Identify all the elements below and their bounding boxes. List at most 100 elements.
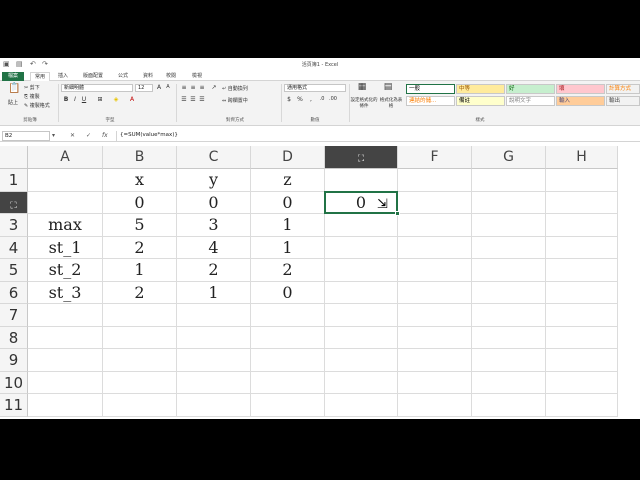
cell-D5[interactable]: 2 <box>251 259 325 282</box>
cell-D6[interactable]: 0 <box>251 281 325 304</box>
cell-G8[interactable] <box>472 326 546 349</box>
cell-F1[interactable] <box>398 169 472 192</box>
cell-A5[interactable]: st_2 <box>28 259 103 282</box>
ribbon-tab[interactable]: 版面配置 <box>78 72 108 81</box>
cell-F8[interactable] <box>398 326 472 349</box>
cell-B2[interactable]: 0 <box>103 191 177 214</box>
row-header[interactable]: 5 <box>0 259 28 282</box>
comma-icon[interactable]: , <box>307 96 315 103</box>
cell-G3[interactable] <box>472 214 546 237</box>
cut-button[interactable]: ✂ 剪下 <box>24 84 40 91</box>
cell-B7[interactable] <box>103 304 177 327</box>
cell-D2[interactable]: 0 <box>251 191 325 214</box>
ribbon-tab[interactable]: 校閱 <box>160 72 182 81</box>
border-icon[interactable]: ⊞ <box>96 96 104 103</box>
cell-F4[interactable] <box>398 236 472 259</box>
column-header[interactable]: C <box>177 146 251 169</box>
cell-style-swatch[interactable]: 壞 <box>556 84 605 94</box>
column-header[interactable]: G <box>472 146 546 169</box>
cell-E9[interactable] <box>325 349 398 372</box>
conditional-format-button[interactable]: 設定格式化的條件 <box>350 97 378 109</box>
row-header[interactable]: 6 <box>0 281 28 304</box>
cell-H4[interactable] <box>546 236 618 259</box>
row-header[interactable]: ⛶ <box>0 191 28 214</box>
percent-icon[interactable]: % <box>296 96 304 103</box>
dropdown-icon[interactable]: ▾ <box>52 131 55 141</box>
cell-style-swatch[interactable]: 輸出 <box>606 96 640 106</box>
cell-E4[interactable] <box>325 236 398 259</box>
merge-center-button[interactable]: ⇔ 跨欄置中 <box>222 97 248 104</box>
cell-B3[interactable]: 5 <box>103 214 177 237</box>
cell-style-swatch[interactable]: 輸入 <box>556 96 605 106</box>
cell-E5[interactable] <box>325 259 398 282</box>
cell-G7[interactable] <box>472 304 546 327</box>
font-grow-icon[interactable]: A <box>155 84 163 91</box>
cell-B6[interactable]: 2 <box>103 281 177 304</box>
bold-icon[interactable]: B <box>62 96 70 103</box>
cell-E3[interactable] <box>325 214 398 237</box>
cell-B9[interactable] <box>103 349 177 372</box>
cell-style-swatch[interactable]: 好 <box>506 84 555 94</box>
cell-D3[interactable]: 1 <box>251 214 325 237</box>
ribbon-tab[interactable]: 檔案 <box>2 72 24 81</box>
cell-A8[interactable] <box>28 326 103 349</box>
ribbon-tab[interactable]: 資料 <box>138 72 158 81</box>
cell-H3[interactable] <box>546 214 618 237</box>
number-format-box[interactable]: 通用格式 <box>284 84 346 92</box>
paste-button[interactable]: 貼上 <box>8 99 18 106</box>
cell-C5[interactable]: 2 <box>177 259 251 282</box>
cell-G2[interactable] <box>472 191 546 214</box>
row-header[interactable]: 9 <box>0 349 28 372</box>
column-header[interactable]: B <box>103 146 177 169</box>
cell-F9[interactable] <box>398 349 472 372</box>
row-header[interactable]: 1 <box>0 169 28 192</box>
cell-D1[interactable]: z <box>251 169 325 192</box>
conditional-format-icon[interactable]: ▦ <box>356 83 368 94</box>
cell-F10[interactable] <box>398 371 472 394</box>
font-size-box[interactable]: 12 <box>135 84 153 92</box>
cell-D7[interactable] <box>251 304 325 327</box>
cell-E1[interactable] <box>325 169 398 192</box>
cell-E6[interactable] <box>325 281 398 304</box>
cell-B4[interactable]: 2 <box>103 236 177 259</box>
cell-C6[interactable]: 1 <box>177 281 251 304</box>
wrap-text-button[interactable]: ↵ 自動換列 <box>222 85 248 92</box>
cell-H2[interactable] <box>546 191 618 214</box>
cell-G11[interactable] <box>472 394 546 417</box>
font-shrink-icon[interactable]: A <box>164 84 172 91</box>
cell-H8[interactable] <box>546 326 618 349</box>
cell-H7[interactable] <box>546 304 618 327</box>
row-header[interactable]: 10 <box>0 371 28 394</box>
cell-E11[interactable] <box>325 394 398 417</box>
cell-F7[interactable] <box>398 304 472 327</box>
cell-B5[interactable]: 1 <box>103 259 177 282</box>
column-header[interactable]: D <box>251 146 325 169</box>
cell-B8[interactable] <box>103 326 177 349</box>
cell-style-swatch[interactable]: 備註 <box>456 96 505 106</box>
currency-icon[interactable]: $ <box>285 96 293 103</box>
cell-D8[interactable] <box>251 326 325 349</box>
cell-E10[interactable] <box>325 371 398 394</box>
cell-D10[interactable] <box>251 371 325 394</box>
cell-H6[interactable] <box>546 281 618 304</box>
ribbon-tab[interactable]: 插入 <box>52 72 74 81</box>
cell-B10[interactable] <box>103 371 177 394</box>
cell-C7[interactable] <box>177 304 251 327</box>
table-format-icon[interactable]: ▤ <box>382 83 394 94</box>
cell-C2[interactable]: 0 <box>177 191 251 214</box>
fill-color-icon[interactable]: ◈ <box>112 96 120 103</box>
align-right-icon[interactable]: ☰ <box>198 96 206 103</box>
cell-A4[interactable]: st_1 <box>28 236 103 259</box>
align-middle-icon[interactable]: ≡ <box>189 84 197 91</box>
cell-A9[interactable] <box>28 349 103 372</box>
cell-A7[interactable] <box>28 304 103 327</box>
ribbon-tab[interactable]: 公式 <box>112 72 134 81</box>
cell-E7[interactable] <box>325 304 398 327</box>
column-header[interactable]: H <box>546 146 618 169</box>
font-name-box[interactable]: 新細明體 <box>61 84 133 92</box>
column-header[interactable]: ⛶ <box>325 146 398 169</box>
cell-H11[interactable] <box>546 394 618 417</box>
insert-function-icon[interactable]: fx <box>102 131 108 141</box>
italic-icon[interactable]: I <box>71 96 79 103</box>
cell-D4[interactable]: 1 <box>251 236 325 259</box>
